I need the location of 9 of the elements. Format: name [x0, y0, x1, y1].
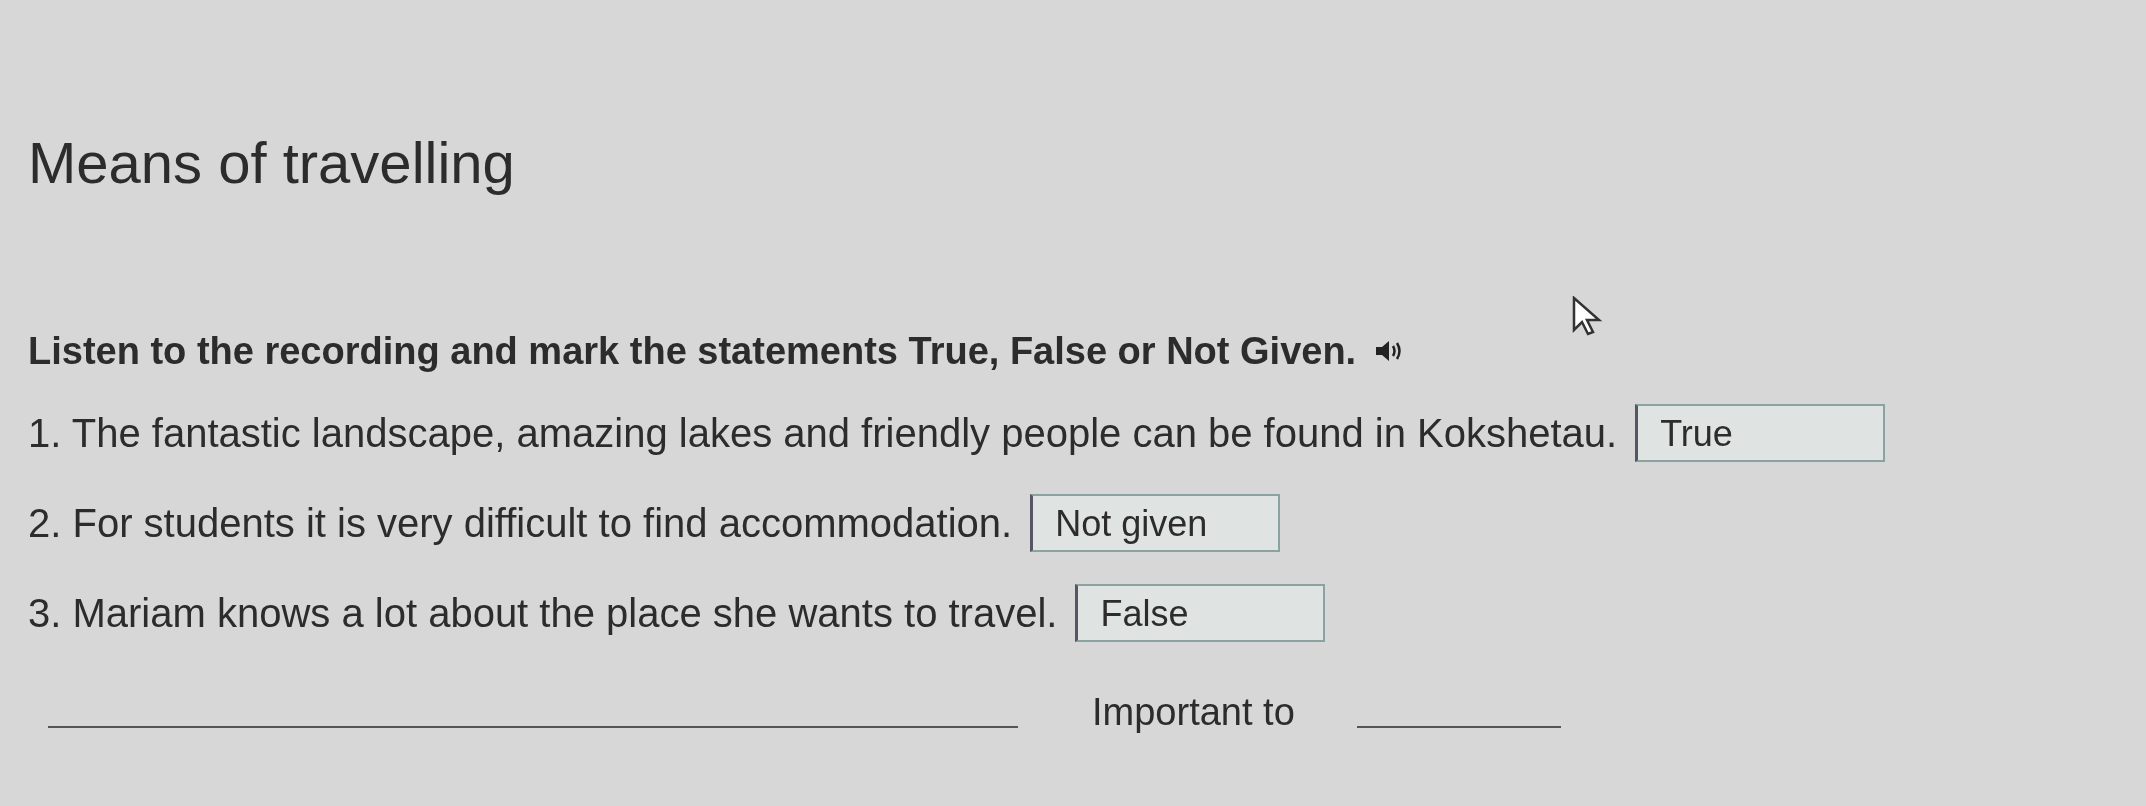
statement-text: 2. For students it is very difficult to find accommodation. — [28, 500, 1013, 547]
answer-field[interactable]: False — [1075, 584, 1326, 642]
answer-field[interactable]: Not given — [1030, 494, 1281, 552]
statement-text: 1. The fantastic landscape, amazing lakes and friendly people can be found in Kokshetau. — [28, 410, 1618, 457]
answer-field[interactable]: True — [1635, 404, 1886, 462]
statement-text: 3. Mariam knows a lot about the place she wants to travel. — [28, 590, 1058, 637]
instruction-text: Listen to the recording and mark the statements True, False or Not Given. — [28, 329, 1357, 374]
statement-text: Important to — [1092, 690, 1295, 734]
page-title: Means of travelling — [28, 129, 516, 197]
